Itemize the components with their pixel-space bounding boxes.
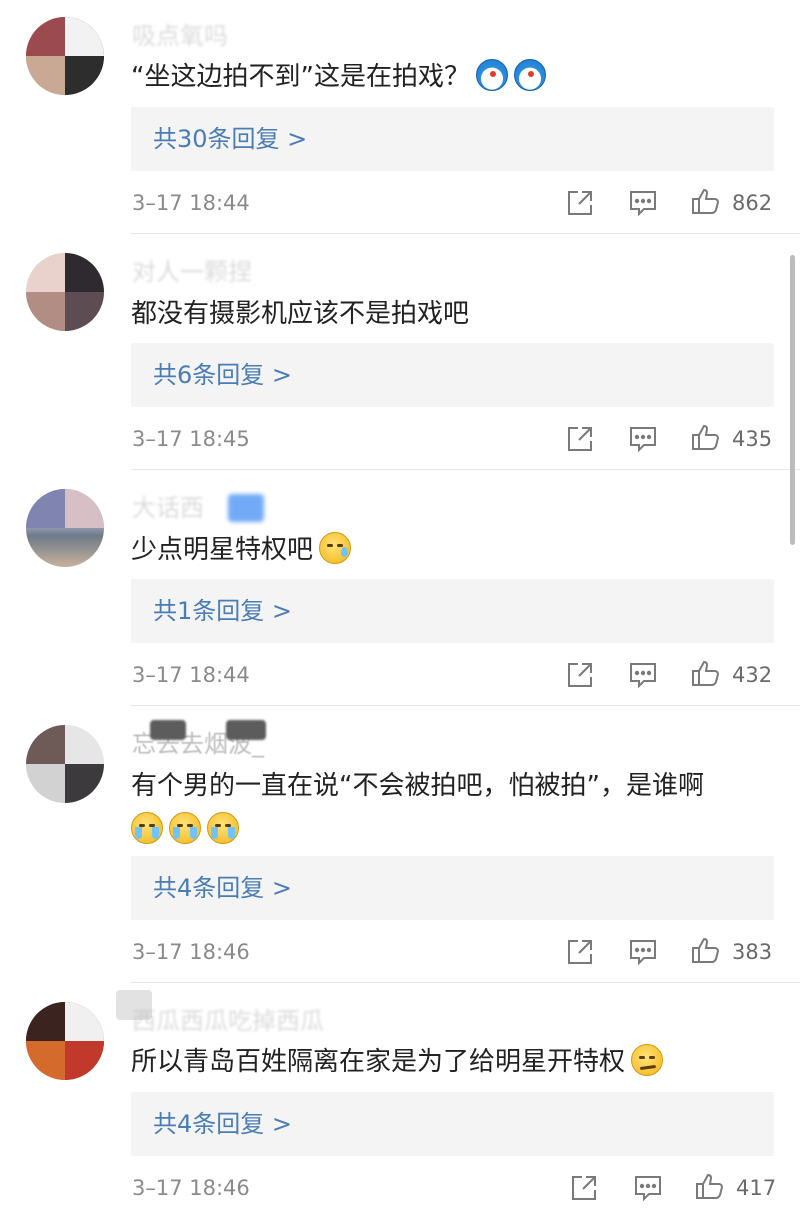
like-count: 417 [736,1176,777,1200]
divider [131,705,800,706]
username-mask [226,720,266,740]
reply-summary[interactable]: 共1条回复 > [131,579,774,643]
comment-meta: 3–17 18:44 432 [0,655,800,695]
thumbs-up-icon [694,1170,726,1202]
divider [131,469,800,470]
comment-text: 都没有摄影机应该不是拍戏吧 [131,292,776,336]
thumbs-up-icon [690,185,722,217]
view-replies-link[interactable]: 共4条回复 > [153,856,292,920]
comment-meta: 3–17 18:45 435 [0,419,800,459]
scrollbar[interactable] [790,255,795,545]
reply-summary[interactable]: 共4条回复 > [131,1092,774,1156]
comment-text-content: 都没有摄影机应该不是拍戏吧 [131,299,470,329]
comment-text: “坐这边拍不到”这是在拍戏？ [131,55,776,99]
timestamp: 3–17 18:44 [132,663,250,687]
doraemon-emoji-icon [475,59,508,91]
tears-of-joy-emoji-icon [131,812,163,844]
comment-text: 有个男的一直在说“不会被拍吧，怕被拍”，是谁啊 [131,764,776,852]
view-replies-link[interactable]: 共30条回复 > [153,107,307,171]
comment-text-content: 有个男的一直在说“不会被拍吧，怕被拍”，是谁啊 [131,771,704,801]
share-icon[interactable] [564,423,596,455]
comment-icon[interactable] [627,936,659,968]
divider [131,982,800,983]
timestamp: 3–17 18:44 [132,191,250,215]
avatar[interactable] [26,253,104,331]
comment-meta: 3–17 18:46 383 [0,932,800,972]
view-replies-link[interactable]: 共6条回复 > [153,343,292,407]
reply-summary[interactable]: 共6条回复 > [131,343,774,407]
username[interactable]: 对人一颗捏 [132,256,252,288]
comment-text-content: “坐这边拍不到”这是在拍戏？ [131,62,470,92]
divider [131,233,800,234]
avatar[interactable] [26,17,104,95]
view-replies-link[interactable]: 共4条回复 > [153,1092,292,1156]
username[interactable]: 大话西 [132,492,204,524]
share-icon[interactable] [564,187,596,219]
thumbs-up-icon [690,421,722,453]
avatar[interactable] [26,725,104,803]
comment-icon[interactable] [627,659,659,691]
doraemon-emoji-icon [513,59,546,91]
share-icon[interactable] [568,1172,600,1204]
share-icon[interactable] [564,936,596,968]
sweat-emoji-icon [319,532,352,564]
username[interactable]: 西瓜西瓜吃掉西瓜 [132,1005,324,1037]
share-icon[interactable] [564,659,596,691]
timestamp: 3–17 18:46 [132,940,250,964]
comment-meta: 3–17 18:44 862 [0,183,800,223]
smirk-emoji-icon [631,1044,664,1076]
username-mask [150,720,186,740]
tears-of-joy-emoji-icon [169,812,201,844]
reply-summary[interactable]: 共30条回复 > [131,107,774,171]
like-count: 862 [732,191,773,215]
avatar[interactable] [26,489,104,567]
view-replies-link[interactable]: 共1条回复 > [153,579,292,643]
thumbs-up-icon [690,934,722,966]
comment-text-content: 少点明星特权吧 [131,535,314,565]
username-mask [228,494,264,522]
like-count: 432 [732,663,773,687]
comment-text-content: 所以青岛百姓隔离在家是为了给明星开特权 [131,1047,626,1077]
comment-icon[interactable] [627,423,659,455]
like-count: 435 [732,427,773,451]
comment-text: 少点明星特权吧 [131,528,776,572]
timestamp: 3–17 18:45 [132,427,250,451]
thumbs-up-icon [690,657,722,689]
like-count: 383 [732,940,773,964]
tears-of-joy-emoji-icon [207,812,239,844]
comment-meta: 3–17 18:46 417 [0,1168,800,1208]
comment-icon[interactable] [627,187,659,219]
comment-text: 所以青岛百姓隔离在家是为了给明星开特权 [131,1040,776,1084]
timestamp: 3–17 18:46 [132,1176,250,1200]
reply-summary[interactable]: 共4条回复 > [131,856,774,920]
comment-icon[interactable] [632,1172,664,1204]
username[interactable]: 吸点氧吗 [132,20,228,52]
avatar[interactable] [26,1002,104,1080]
